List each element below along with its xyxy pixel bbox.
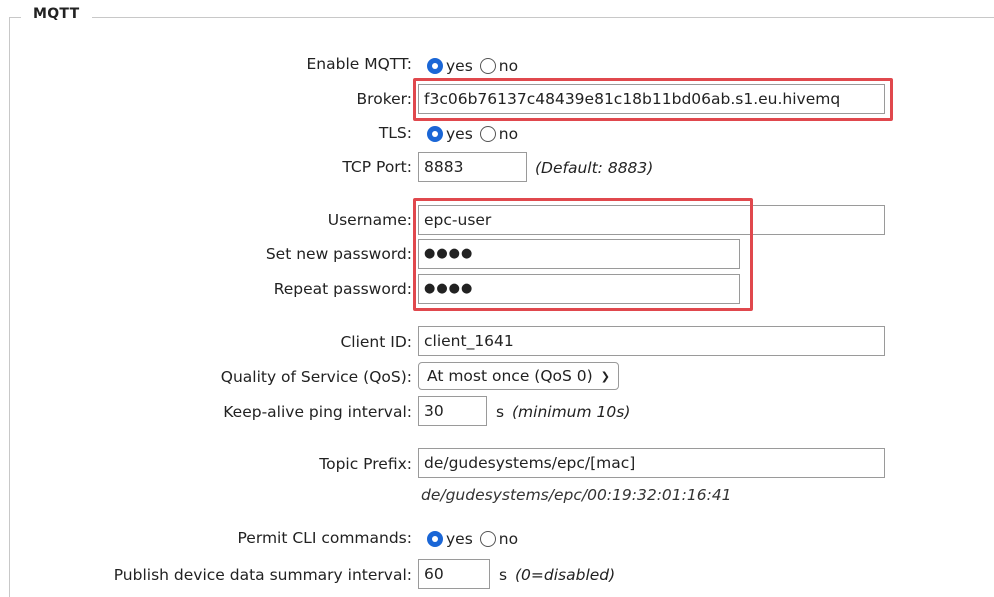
tcp-port-input[interactable]: 8883: [418, 152, 527, 182]
fieldset-border-side: [9, 17, 10, 597]
enable-mqtt-radio-group: yes no: [427, 57, 525, 75]
permit-cli-radio-group: yes no: [427, 530, 525, 548]
permit-cli-yes-label[interactable]: yes: [446, 530, 473, 548]
topic-prefix-input[interactable]: de/gudesystems/epc/[mac]: [418, 448, 885, 478]
client-id-label: Client ID: [340, 333, 412, 351]
keepalive-label: Keep-alive ping interval: [223, 403, 412, 421]
tls-yes-radio[interactable]: [427, 126, 443, 142]
client-id-input[interactable]: client_1641: [418, 326, 885, 356]
enable-mqtt-no-radio[interactable]: [479, 58, 496, 74]
chevron-down-icon: ❯: [600, 369, 610, 383]
section-legend: MQTT: [30, 6, 83, 22]
enable-mqtt-yes-radio[interactable]: [427, 58, 443, 74]
publish-summary-hint: (0=disabled): [515, 566, 616, 584]
fieldset-border-top: [92, 17, 994, 18]
topic-prefix-preview: de/gudesystems/epc/00:19:32:01:16:41: [421, 486, 732, 504]
permit-cli-label: Permit CLI commands: [238, 529, 412, 547]
tcp-port-label: TCP Port: [342, 158, 412, 176]
enable-mqtt-yes-label[interactable]: yes: [446, 57, 473, 75]
tls-no-label[interactable]: no: [499, 125, 518, 143]
tls-no-radio[interactable]: [479, 126, 496, 142]
new-password-label: Set new password: [266, 245, 412, 263]
qos-select[interactable]: At most once (QoS 0) ❯: [418, 362, 619, 390]
publish-summary-input[interactable]: 60: [418, 559, 490, 589]
qos-label: Quality of Service (QoS): [221, 368, 412, 386]
keepalive-hint: (minimum 10s): [512, 403, 631, 421]
keepalive-input[interactable]: 30: [418, 396, 487, 426]
keepalive-unit: s: [496, 403, 505, 421]
enable-mqtt-label: Enable MQTT: [307, 55, 413, 73]
broker-highlight-box: [413, 78, 893, 121]
repeat-password-label: Repeat password: [274, 280, 412, 298]
tcp-port-hint: (Default: 8883): [535, 159, 654, 177]
enable-mqtt-no-label[interactable]: no: [499, 57, 518, 75]
username-label: Username: [328, 211, 412, 229]
fieldset-border-left: [9, 17, 21, 18]
topic-prefix-label: Topic Prefix: [319, 455, 412, 473]
permit-cli-yes-radio[interactable]: [427, 531, 443, 547]
tls-yes-label[interactable]: yes: [446, 125, 473, 143]
permit-cli-no-label[interactable]: no: [499, 530, 518, 548]
credentials-highlight-box: [413, 198, 753, 311]
tls-radio-group: yes no: [427, 125, 525, 143]
qos-selected-value: At most once (QoS 0): [427, 367, 593, 385]
publish-summary-label: Publish device data summary interval: [114, 566, 412, 584]
publish-summary-unit: s: [499, 566, 508, 584]
broker-label: Broker: [357, 90, 412, 108]
tls-label: TLS: [379, 124, 412, 142]
permit-cli-no-radio[interactable]: [479, 531, 496, 547]
